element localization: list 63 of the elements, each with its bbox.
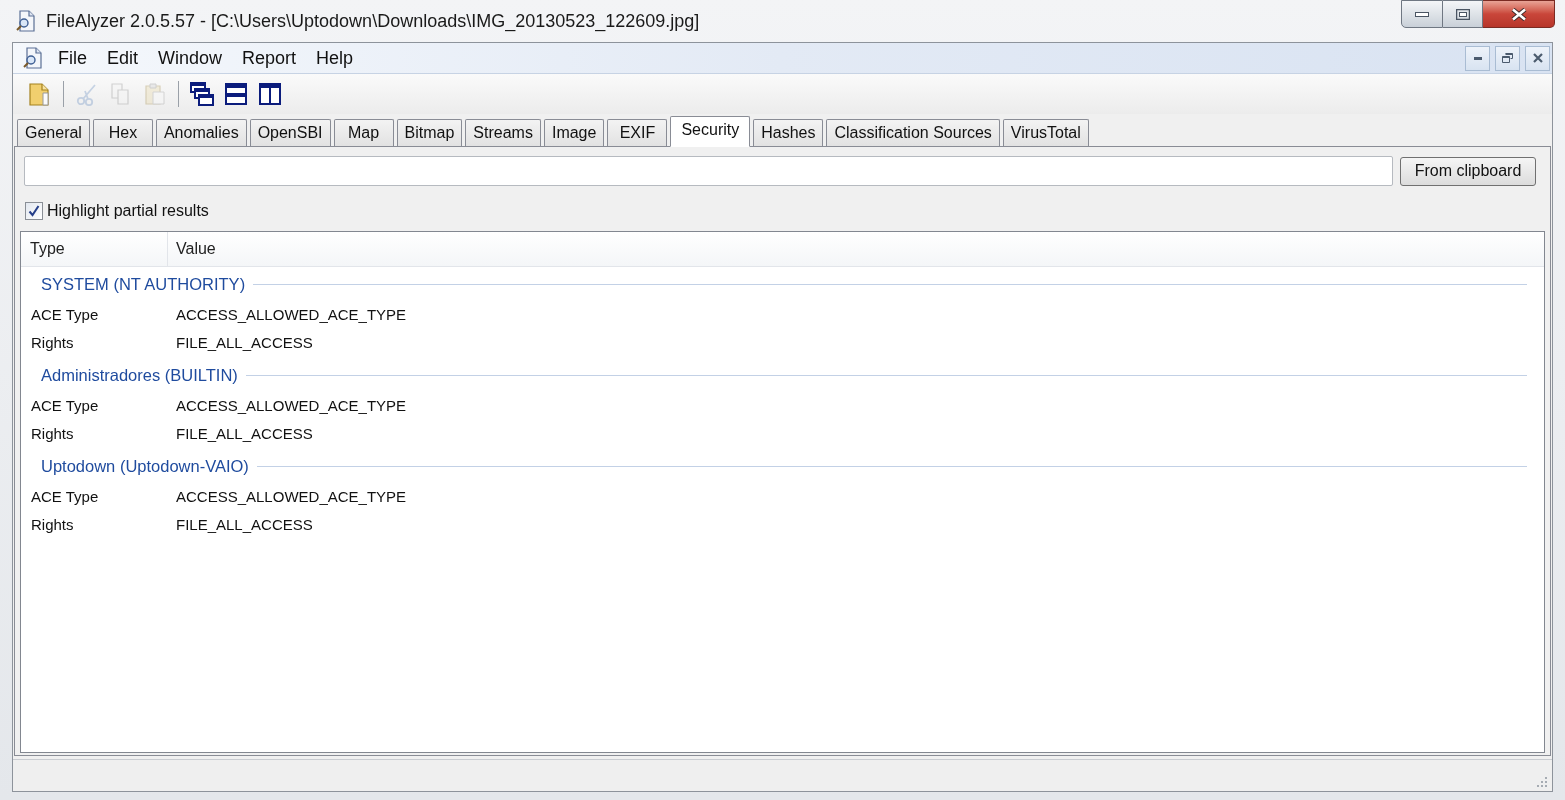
menu-item[interactable]: Edit xyxy=(97,46,149,70)
tab[interactable]: Streams xyxy=(465,119,541,146)
tab[interactable]: VirusTotal xyxy=(1002,119,1089,146)
resize-grip-icon xyxy=(1537,777,1548,788)
tab[interactable]: Hashes xyxy=(753,119,824,146)
close-icon xyxy=(1510,7,1527,21)
menu-item[interactable]: Report xyxy=(232,46,307,70)
document-icon xyxy=(28,81,52,107)
window-title: FileAlyzer 2.0.5.57 - [C:\Users\Uptodown\Downloads\IMG_20130523_122609.jpg] xyxy=(46,9,700,34)
tab[interactable]: General xyxy=(17,119,90,146)
scissors-icon xyxy=(76,82,98,106)
minimize-button[interactable] xyxy=(1465,45,1490,71)
restore-button[interactable] xyxy=(1495,45,1520,71)
group-header[interactable]: Administradores (BUILTIN) xyxy=(41,362,238,388)
table-cell-text: FILE_ALL_ACCESS xyxy=(175,423,313,444)
input-field[interactable] xyxy=(24,156,1393,186)
table-cell-text: ACCESS_ALLOWED_ACE_TYPE xyxy=(175,304,407,325)
group-header[interactable]: SYSTEM (NT AUTHORITY) xyxy=(41,271,246,297)
close-button[interactable] xyxy=(1525,45,1550,71)
cascade-windows-icon xyxy=(190,82,214,106)
check-icon xyxy=(28,205,40,217)
table-cell-text: FILE_ALL_ACCESS xyxy=(175,332,313,353)
tile-vertical-icon xyxy=(259,83,281,105)
tab[interactable]: Security xyxy=(670,116,751,147)
table-cell-text: FILE_ALL_ACCESS xyxy=(175,514,313,535)
table-cell-text: ACCESS_ALLOWED_ACE_TYPE xyxy=(175,395,407,416)
checkbox-label: Highlight partial results xyxy=(47,201,209,221)
document-magnifier-icon xyxy=(16,10,36,32)
document-magnifier-icon xyxy=(22,47,43,69)
table-cell-text: ACCESS_ALLOWED_ACE_TYPE xyxy=(175,486,407,507)
table-cell-text: Rights xyxy=(30,423,75,444)
column-header[interactable]: Value xyxy=(168,232,1544,266)
table-cell-text: Rights xyxy=(30,514,75,535)
tile-horizontal-icon xyxy=(225,83,247,105)
minimize-button[interactable] xyxy=(1401,0,1443,28)
from-clipboard-button[interactable]: From clipboard xyxy=(1400,156,1536,186)
paste-icon xyxy=(144,82,166,106)
tab[interactable]: OpenSBI xyxy=(249,119,331,146)
maximize-button[interactable] xyxy=(1443,0,1483,28)
table-cell-text: ACE Type xyxy=(30,304,100,325)
column-header[interactable]: Type xyxy=(21,232,168,266)
close-icon xyxy=(1532,53,1543,63)
restore-icon xyxy=(1502,53,1513,63)
tab[interactable]: EXIF xyxy=(607,119,668,146)
tab[interactable]: Bitmap xyxy=(396,119,463,146)
minimize-icon xyxy=(1473,56,1482,60)
tab[interactable]: Classification Sources xyxy=(826,119,1000,146)
tab[interactable]: Image xyxy=(543,119,605,146)
table-cell-text: ACE Type xyxy=(30,486,100,507)
group-header[interactable]: Uptodown (Uptodown-VAIO) xyxy=(41,453,249,479)
tab[interactable]: Hex xyxy=(92,119,153,146)
maximize-icon xyxy=(1455,8,1470,20)
tab[interactable]: Anomalies xyxy=(155,119,247,146)
minimize-icon xyxy=(1415,11,1429,17)
checkbox[interactable] xyxy=(25,202,43,220)
menu-item[interactable]: Window xyxy=(148,46,233,70)
table-cell-text: ACE Type xyxy=(30,395,100,416)
close-button[interactable] xyxy=(1483,0,1555,28)
table-cell-text: Rights xyxy=(30,332,75,353)
tab[interactable]: Map xyxy=(333,119,394,146)
copy-icon xyxy=(110,82,132,106)
menu-item[interactable]: Help xyxy=(306,46,364,70)
menu-item[interactable]: File xyxy=(48,46,97,70)
